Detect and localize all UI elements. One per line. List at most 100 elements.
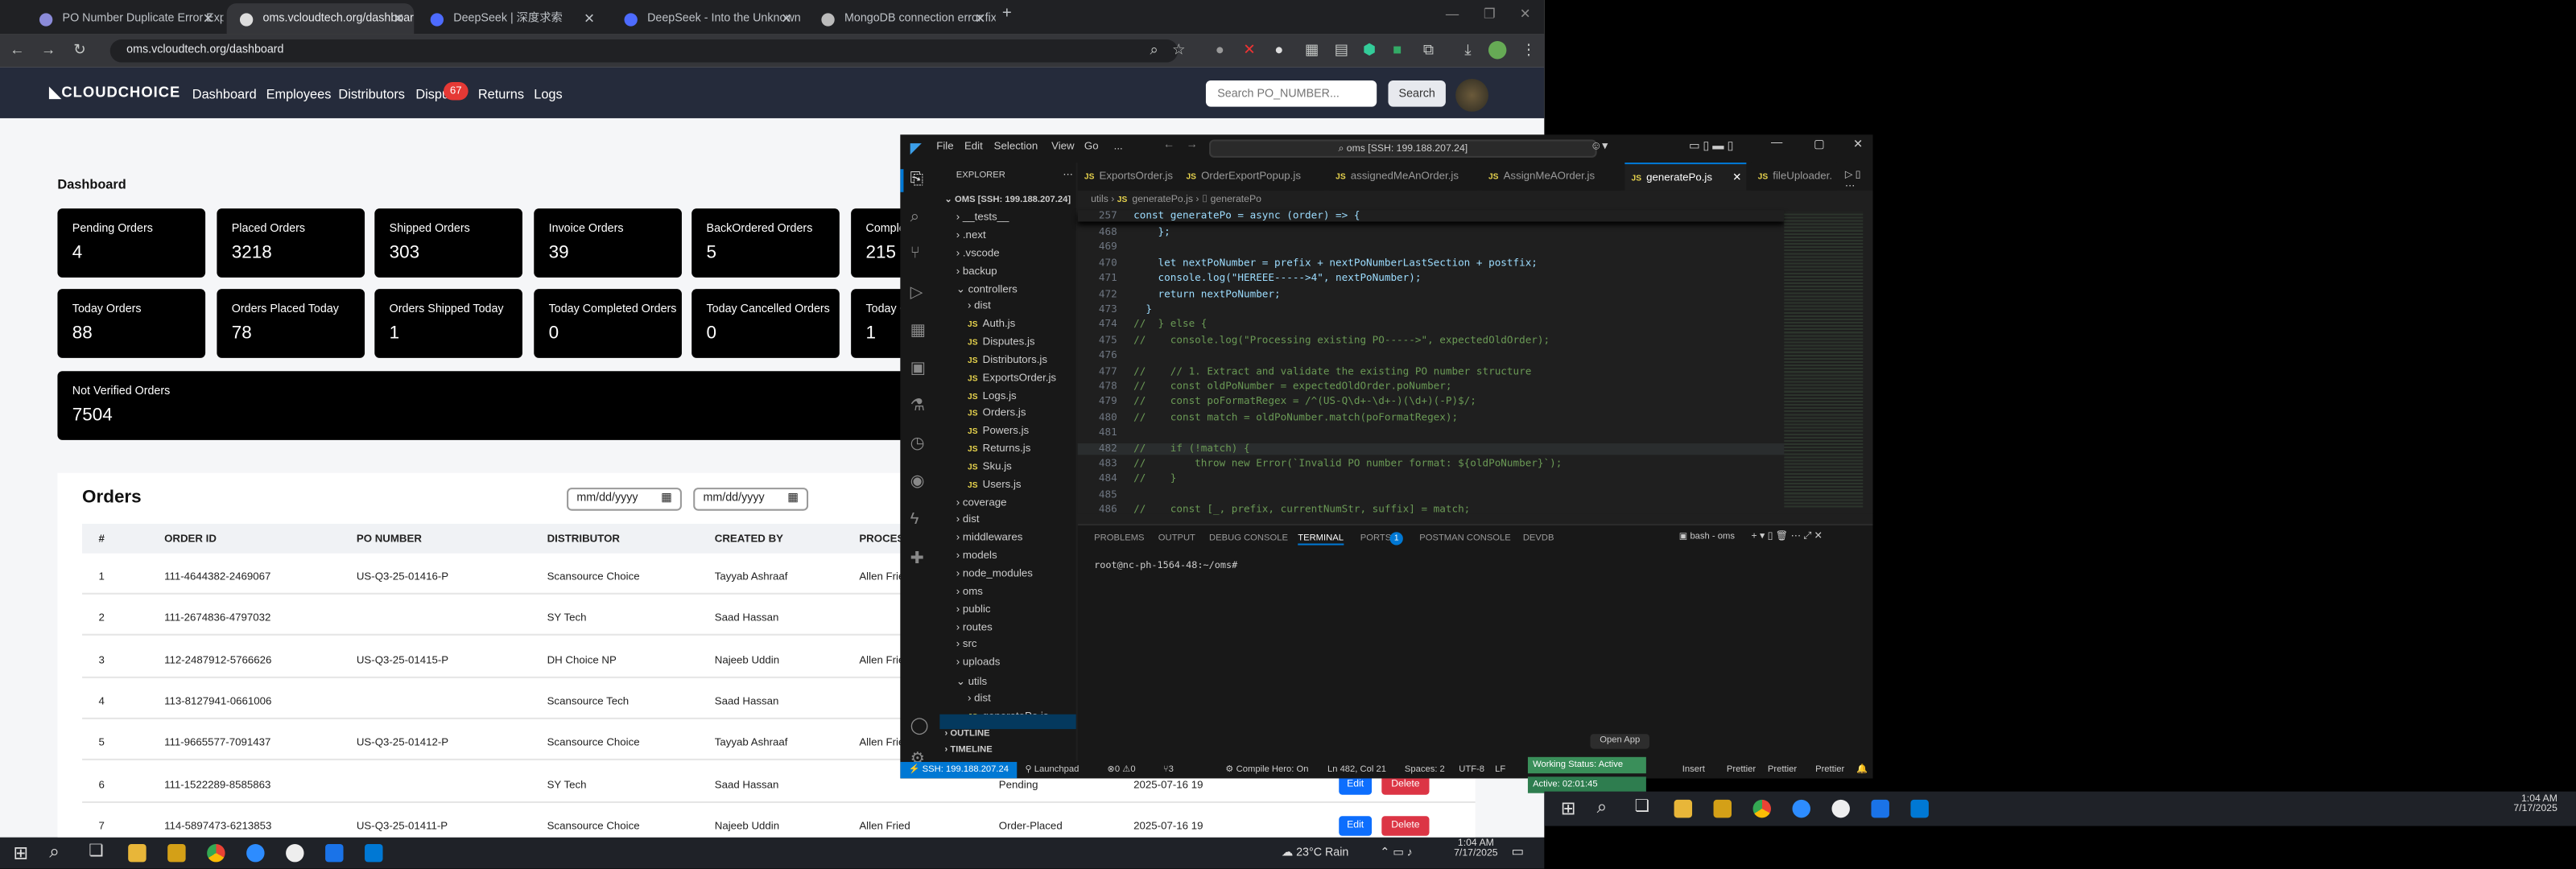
forward-icon[interactable]: →	[39, 41, 57, 59]
more-actions-icon[interactable]: ⋯	[1063, 169, 1072, 180]
code-line[interactable]: 468 };	[1078, 227, 1170, 238]
run-icon[interactable]: ▷ ▯ ⋯	[1845, 169, 1873, 192]
prettier-item[interactable]: Prettier	[1815, 762, 1844, 778]
panel-tab-devdb[interactable]: DEVDB	[1523, 533, 1554, 543]
store-icon[interactable]	[167, 843, 186, 863]
app-icon[interactable]	[1831, 799, 1850, 818]
layout-icons[interactable]: ▭ ▯ ▬ ▯	[1689, 139, 1733, 153]
app-icon[interactable]	[1871, 799, 1889, 818]
close-icon[interactable]: ✕	[975, 3, 986, 35]
task-view-icon[interactable]: ❏	[1635, 798, 1649, 816]
breadcrumb-item[interactable]: utils	[1091, 196, 1108, 205]
extensions-icon[interactable]: ▦	[910, 322, 926, 340]
vscode-taskbar-icon[interactable]	[365, 843, 383, 863]
new-tab-icon[interactable]: +	[1002, 5, 1012, 23]
outline-section[interactable]: › OUTLINE	[944, 729, 989, 739]
folder-item[interactable]: › uploads	[956, 657, 1001, 669]
compile-hero-item[interactable]: ⚙ Compile Hero: On	[1225, 762, 1308, 778]
panel-tab-debug-console[interactable]: DEBUG CONSOLE	[1209, 533, 1288, 543]
nav-dashboard[interactable]: Dashboard	[192, 87, 257, 101]
stat-card-pending[interactable]: Pending Orders 4	[57, 208, 206, 278]
folder-item[interactable]: › .vscode	[956, 248, 1000, 259]
code-line[interactable]: 485	[1078, 489, 1133, 500]
extensions-puzzle-icon[interactable]: ⧉	[1419, 41, 1437, 59]
prettier-item[interactable]: Prettier	[1768, 762, 1797, 778]
file-item[interactable]: JS Disputes.js	[968, 336, 1035, 348]
folder-item[interactable]: › .next	[956, 229, 986, 241]
close-icon[interactable]: ✕	[393, 3, 404, 35]
close-icon[interactable]: ✕	[203, 3, 214, 35]
file-item[interactable]: JS Returns.js	[968, 443, 1030, 455]
download-icon[interactable]: ⤓	[1459, 41, 1476, 59]
editor-tab[interactable]: JS OrderExportPopup.js	[1179, 163, 1324, 191]
editor-tab[interactable]: JS fileUploader.	[1751, 163, 1837, 191]
close-icon[interactable]: ✕	[1853, 138, 1863, 150]
panel-tab-output[interactable]: OUTPUT	[1158, 533, 1195, 543]
panel-tab-ports[interactable]: PORTS	[1360, 533, 1391, 543]
code-line[interactable]: 471 console.log("HEREEE----->4", nextPoN…	[1078, 273, 1422, 284]
extension-icon[interactable]: ■	[1388, 41, 1406, 59]
minimize-icon[interactable]: —	[1446, 6, 1459, 21]
app-icon[interactable]	[325, 843, 344, 863]
file-explorer-icon[interactable]	[1674, 799, 1693, 818]
stat-card-invoice[interactable]: Invoice Orders 39	[534, 208, 682, 278]
encoding[interactable]: UTF-8	[1459, 762, 1484, 778]
code-line[interactable]: 480 // const match = oldPoNumber.match(po…	[1078, 412, 1458, 423]
stat-card-not-verified[interactable]: Not Verified Orders 7504	[57, 371, 953, 440]
menu-view[interactable]: View	[1051, 142, 1075, 153]
address-bar[interactable]: oms.vcloudtech.org/dashboard	[109, 39, 1179, 63]
remote-explorer-icon[interactable]: ▣	[910, 360, 926, 377]
file-item[interactable]: JS Powers.js	[968, 426, 1029, 437]
browser-tab[interactable]: PO Number Duplicate Error Exp ✕	[27, 3, 224, 35]
open-app-button[interactable]: Open App	[1590, 734, 1649, 749]
file-item[interactable]: JS Users.js	[968, 479, 1022, 490]
menu-file[interactable]: File	[936, 142, 953, 153]
code-line[interactable]: 483 // throw new Error(`Invalid PO number…	[1078, 458, 1562, 469]
menu-more[interactable]: ...	[1114, 142, 1123, 153]
zoom-icon[interactable]: ⌕	[1145, 41, 1162, 59]
panel-tab-problems[interactable]: PROBLEMS	[1094, 533, 1144, 543]
stat-card-cancelled-today[interactable]: Today Cancelled Orders 0	[691, 289, 840, 358]
folder-item[interactable]: › node_modules	[956, 568, 1033, 579]
reload-icon[interactable]: ↻	[71, 41, 89, 59]
panel-tab-postman[interactable]: POSTMAN CONSOLE	[1419, 533, 1511, 543]
stat-card-placed-today[interactable]: Orders Placed Today 78	[217, 289, 365, 358]
code-line[interactable]: 473 }	[1078, 304, 1152, 315]
menu-edit[interactable]: Edit	[964, 142, 983, 153]
code-line[interactable]: 482 // if (!match) {	[1077, 443, 1785, 455]
code-line[interactable]: 472 return nextPoNumber;	[1078, 288, 1281, 299]
code-line[interactable]: 486 // const [_, prefix, currentNumStr, s…	[1078, 505, 1470, 516]
nav-back-icon[interactable]: ←	[1163, 139, 1174, 150]
close-icon[interactable]: ✕	[584, 3, 595, 35]
folder-item[interactable]: › dist	[968, 301, 991, 312]
delete-button[interactable]: Delete	[1381, 815, 1430, 836]
breadcrumb-item[interactable]: generatePo	[1211, 196, 1261, 205]
close-icon[interactable]: ✕	[781, 3, 792, 35]
file-explorer-icon[interactable]	[128, 843, 147, 863]
folder-item[interactable]: › oms	[956, 586, 983, 597]
copilot-icon[interactable]: ☺▾	[1590, 139, 1608, 153]
search-icon[interactable]: ⌕	[49, 842, 60, 864]
nav-employees[interactable]: Employees	[266, 87, 332, 101]
close-window-icon[interactable]: ✕	[1520, 6, 1531, 21]
nav-distributors[interactable]: Distributors	[338, 87, 405, 101]
code-line[interactable]: 475 // console.log("Processing existing P…	[1078, 335, 1550, 346]
edit-button[interactable]: Edit	[1339, 815, 1373, 836]
code-line[interactable]: 476	[1078, 350, 1133, 361]
brand-logo[interactable]: ◣CLOUDCHOICE	[49, 84, 180, 101]
folder-item[interactable]: › src	[956, 640, 977, 651]
task-view-icon[interactable]: ❏	[89, 842, 103, 860]
stat-card-backordered[interactable]: BackOrdered Orders 5	[691, 208, 840, 278]
source-control-icon[interactable]: ⑂	[910, 245, 920, 262]
extension-icon[interactable]: ⬢	[1360, 41, 1378, 59]
code-line[interactable]: 474 // } else {	[1078, 319, 1207, 331]
search-input[interactable]	[1205, 80, 1377, 107]
extension-icon[interactable]: ●	[1270, 41, 1288, 59]
notifications-bell-icon[interactable]: 🔔	[1856, 762, 1868, 778]
user-avatar[interactable]	[1455, 78, 1488, 112]
chrome-icon[interactable]	[1752, 799, 1771, 818]
search-icon[interactable]: ⌕	[1597, 798, 1608, 820]
minimap[interactable]	[1784, 212, 1864, 508]
terminal-selector[interactable]: ▣ bash - oms	[1679, 532, 1735, 542]
folder-item[interactable]: ⌄ utils	[956, 675, 987, 688]
